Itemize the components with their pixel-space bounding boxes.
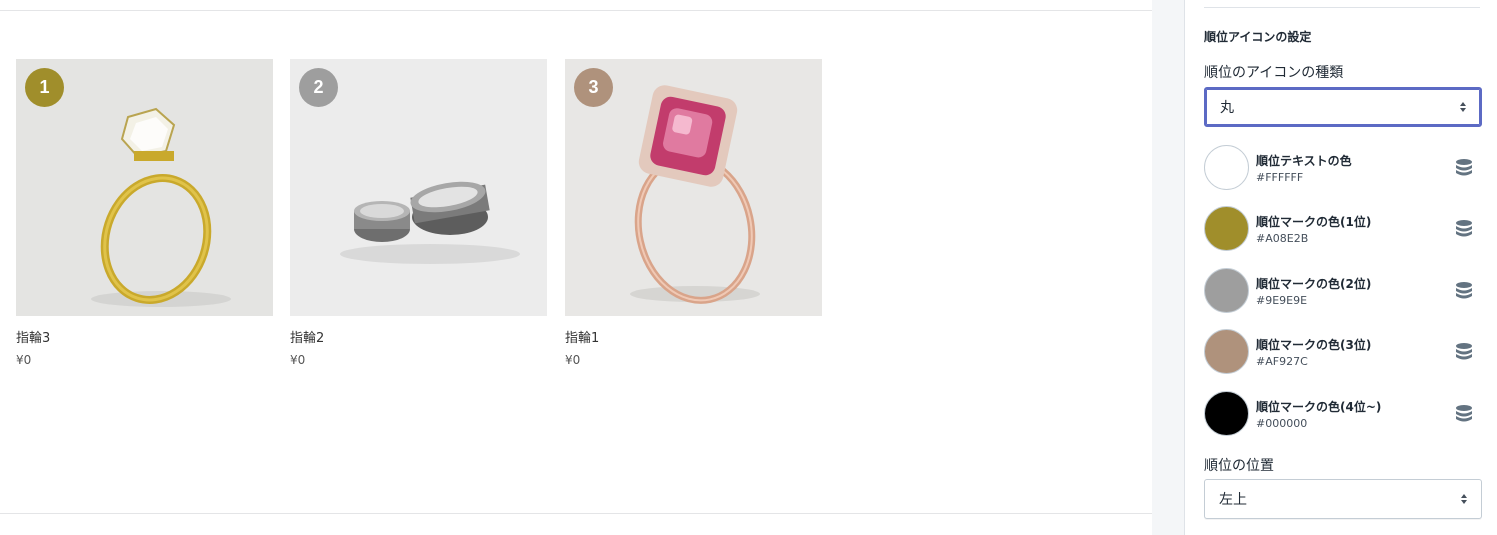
divider [0, 513, 1152, 514]
icon-type-label: 順位のアイコンの種類 [1204, 65, 1344, 81]
icon-type-value: 丸 [1220, 100, 1234, 116]
color-swatch[interactable] [1204, 206, 1249, 251]
color-swatch[interactable] [1204, 145, 1249, 190]
color-setting-name: 順位マークの色(1位) [1256, 215, 1372, 229]
select-arrows-icon [1461, 494, 1467, 504]
position-value: 左上 [1219, 492, 1247, 508]
color-setting-rank-2[interactable]: 順位マークの色(2位) #9E9E9E [1204, 268, 1484, 314]
dynamic-source-icon[interactable] [1454, 281, 1474, 301]
product-price: ¥0 [290, 353, 306, 367]
color-setting-text[interactable]: 順位テキストの色 #FFFFFF [1204, 145, 1484, 191]
color-swatch[interactable] [1204, 329, 1249, 374]
icon-type-select[interactable]: 丸 [1204, 87, 1482, 127]
select-arrows-icon [1460, 102, 1466, 112]
color-hex-value: #000000 [1256, 417, 1308, 430]
store-preview: 1 指輪3 ¥0 2 指輪2 ¥0 3 指輪1 ¥0 [0, 0, 1152, 535]
color-swatch[interactable] [1204, 391, 1249, 436]
position-select[interactable]: 左上 [1204, 479, 1482, 519]
product-price: ¥0 [16, 353, 32, 367]
pink-ring-image[interactable]: 3 [565, 59, 822, 316]
color-setting-rank-3[interactable]: 順位マークの色(3位) #AF927C [1204, 329, 1484, 375]
product-card-1[interactable]: 1 指輪3 ¥0 [16, 59, 273, 367]
color-setting-name: 順位マークの色(2位) [1256, 277, 1372, 291]
color-hex-value: #9E9E9E [1256, 294, 1308, 307]
panel-gutter [1152, 0, 1185, 535]
dynamic-source-icon[interactable] [1454, 158, 1474, 178]
dynamic-source-icon[interactable] [1454, 219, 1474, 239]
silver-bands-image[interactable]: 2 [290, 59, 547, 316]
rank-badge: 2 [299, 68, 338, 107]
color-hex-value: #FFFFFF [1256, 171, 1304, 184]
product-card-2[interactable]: 2 指輪2 ¥0 [290, 59, 547, 367]
settings-panel: 順位アイコンの設定 順位のアイコンの種類 丸 順位テキストの色 #FFFFFF … [1186, 0, 1497, 535]
color-hex-value: #A08E2B [1256, 232, 1309, 245]
color-swatch[interactable] [1204, 268, 1249, 313]
divider [0, 10, 1152, 11]
dynamic-source-icon[interactable] [1454, 404, 1474, 424]
color-hex-value: #AF927C [1256, 355, 1308, 368]
dynamic-source-icon[interactable] [1454, 342, 1474, 362]
color-setting-rank-1[interactable]: 順位マークの色(1位) #A08E2B [1204, 206, 1484, 252]
color-setting-name: 順位マークの色(3位) [1256, 338, 1372, 352]
rank-badge: 3 [574, 68, 613, 107]
product-price: ¥0 [565, 353, 581, 367]
rank-badge: 1 [25, 68, 64, 107]
gold-ring-image[interactable]: 1 [16, 59, 273, 316]
color-setting-name: 順位テキストの色 [1256, 154, 1352, 168]
product-card-3[interactable]: 3 指輪1 ¥0 [565, 59, 822, 367]
color-setting-name: 順位マークの色(4位~) [1256, 400, 1382, 414]
position-label: 順位の位置 [1204, 458, 1274, 474]
section-title: 順位アイコンの設定 [1204, 30, 1312, 44]
product-name[interactable]: 指輪3 [16, 327, 50, 346]
color-setting-rank-4-plus[interactable]: 順位マークの色(4位~) #000000 [1204, 391, 1484, 437]
divider [1204, 7, 1480, 8]
product-name[interactable]: 指輪2 [290, 327, 324, 346]
product-name[interactable]: 指輪1 [565, 327, 599, 346]
